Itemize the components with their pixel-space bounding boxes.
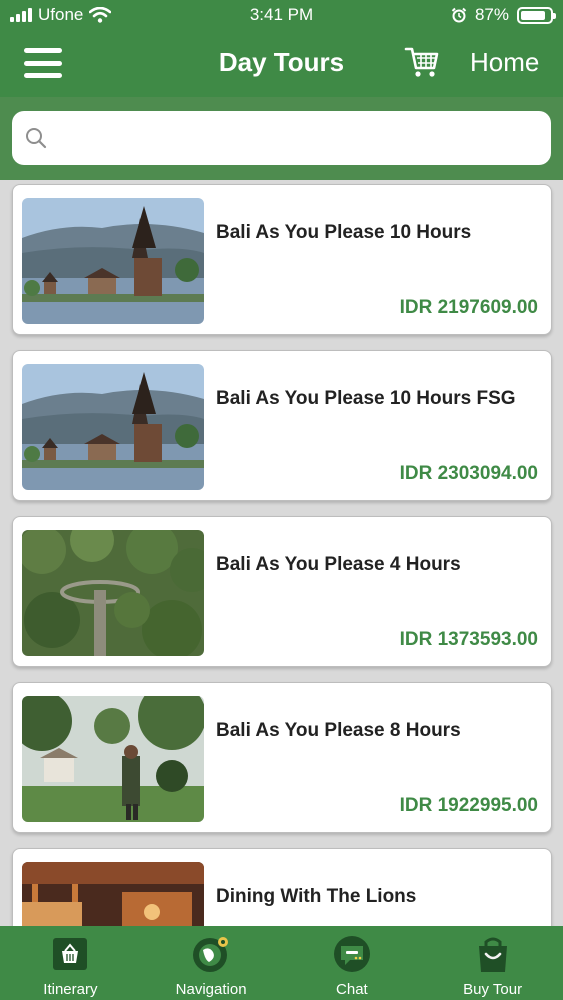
tour-image-man-in-park (22, 696, 204, 822)
top-bar: Ufone 3:41 PM 87% Day Tours Home (0, 0, 563, 97)
status-right: 87% (451, 5, 556, 25)
tour-price: IDR 2197609.00 (399, 297, 538, 318)
tour-image-temple-lake (22, 364, 204, 490)
tour-image-forest-canopy (22, 530, 204, 656)
tour-price: IDR 1373593.00 (399, 629, 538, 650)
tab-bar: Itinerary Navigation Chat Buy Tour (0, 926, 563, 1000)
tour-name: Bali As You Please 8 Hours (216, 720, 461, 741)
search-box[interactable] (12, 111, 551, 165)
globe-pin-icon (193, 937, 229, 972)
tab-label: Itinerary (43, 981, 98, 998)
tour-price: IDR 2303094.00 (399, 463, 538, 484)
tour-name: Bali As You Please 10 Hours FSG (216, 388, 516, 409)
shopping-bag-icon (478, 937, 507, 972)
tab-chat[interactable]: Chat (282, 926, 423, 1000)
tour-price: IDR 1922995.00 (399, 795, 538, 816)
tour-card[interactable]: Bali As You Please 10 Hours FSG IDR 2303… (12, 350, 552, 501)
tour-name: Bali As You Please 4 Hours (216, 554, 461, 575)
tour-card[interactable]: Dining With The Lions (12, 848, 552, 926)
alarm-icon (451, 7, 467, 23)
battery-icon (517, 6, 556, 24)
tour-list: Bali As You Please 10 Hours IDR 2197609.… (0, 180, 563, 926)
tour-image-restaurant (22, 862, 204, 926)
status-bar: Ufone 3:41 PM 87% (0, 0, 563, 32)
tour-card[interactable]: Bali As You Please 4 Hours IDR 1373593.0… (12, 516, 552, 667)
cart-icon (404, 47, 439, 77)
tab-label: Navigation (175, 981, 247, 998)
tour-card[interactable]: Bali As You Please 10 Hours IDR 2197609.… (12, 184, 552, 335)
tab-label: Chat (336, 981, 368, 998)
tab-itinerary[interactable]: Itinerary (0, 926, 141, 1000)
tour-card[interactable]: Bali As You Please 8 Hours IDR 1922995.0… (12, 682, 552, 833)
home-button[interactable]: Home (470, 47, 539, 78)
tour-name: Bali As You Please 10 Hours (216, 222, 472, 243)
basket-icon (53, 938, 88, 970)
search-icon (26, 128, 47, 149)
battery-percent: 87% (474, 5, 509, 24)
tab-buy-tour[interactable]: Buy Tour (422, 926, 563, 1000)
cart-button[interactable] (404, 44, 440, 80)
search-input[interactable] (58, 111, 538, 165)
chat-bubble-icon (333, 936, 370, 972)
tour-image-temple-lake (22, 198, 204, 324)
tab-navigation[interactable]: Navigation (141, 926, 282, 1000)
search-area (0, 97, 563, 180)
nav-row: Day Tours Home (0, 32, 563, 96)
tour-name: Dining With The Lions (216, 886, 417, 907)
tab-label: Buy Tour (463, 981, 523, 998)
